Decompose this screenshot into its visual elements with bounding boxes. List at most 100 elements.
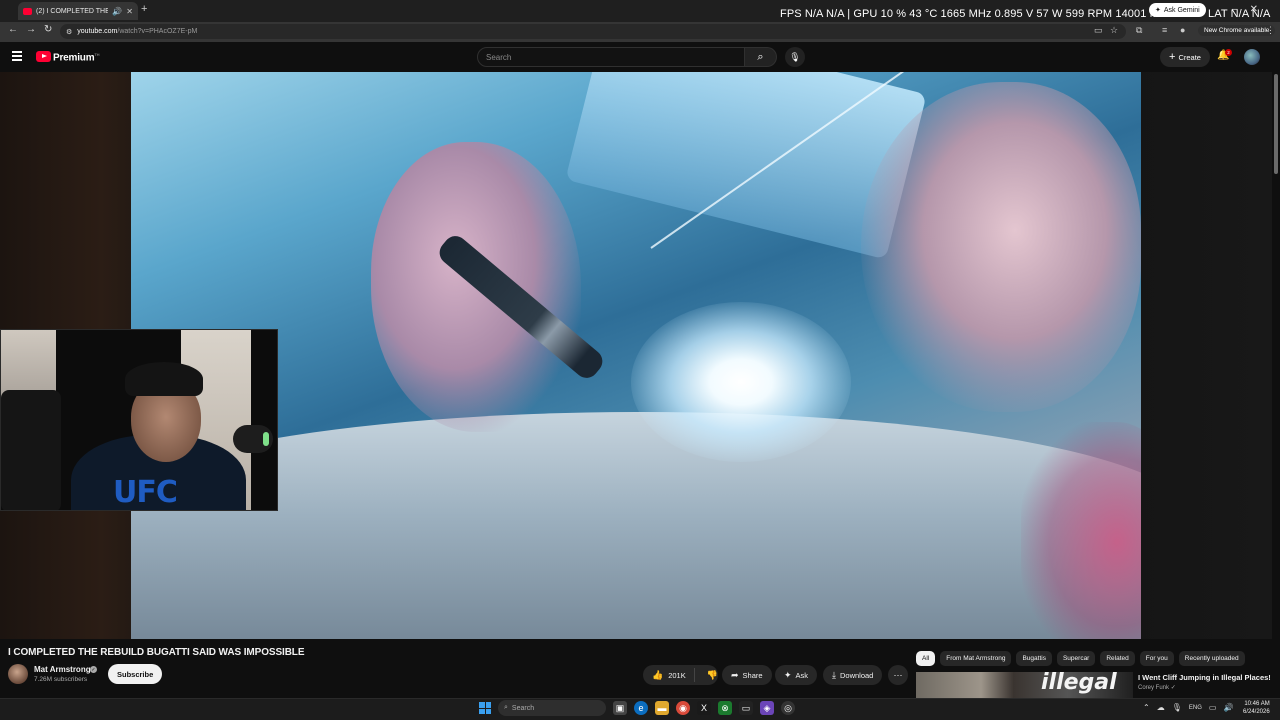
recommended-video-title[interactable]: I Went Cliff Jumping in Illegal Places!: [1138, 673, 1271, 682]
window-controls: – ✕: [1232, 4, 1258, 15]
task-view-icon[interactable]: ▣: [613, 701, 627, 715]
bookmark-star-icon[interactable]: ☆: [1110, 25, 1118, 36]
chrome-menu-icon[interactable]: ⋮: [1266, 25, 1275, 36]
menu-icon[interactable]: [12, 51, 22, 63]
windows-start-icon[interactable]: [479, 702, 491, 714]
recommended-video-thumbnail[interactable]: illegal: [916, 672, 1133, 698]
edge-browser-icon[interactable]: e: [634, 701, 648, 715]
share-button[interactable]: ➦ Share: [722, 665, 772, 685]
voice-search-button[interactable]: 🎙: [785, 47, 805, 67]
chevron-up-icon[interactable]: ⌃: [1143, 703, 1150, 712]
youtube-logo-icon[interactable]: [36, 51, 51, 62]
like-dislike-group: 👍 201K 👎: [643, 665, 718, 685]
browser-tab[interactable]: (2) I COMPLETED THE REBUIL 🔊 ✕: [18, 2, 138, 20]
create-label: Create: [1178, 52, 1201, 62]
notification-badge: 2: [1225, 49, 1232, 56]
address-bar[interactable]: ⚙ youtube.com /watch?v=PHAcOZ7E-pM: [60, 24, 1126, 39]
youtube-premium-logo[interactable]: PremiumTH: [53, 52, 100, 63]
language-indicator[interactable]: ENG: [1189, 705, 1202, 711]
chip-supercar[interactable]: Supercar: [1056, 651, 1096, 666]
chip-all[interactable]: All: [916, 651, 936, 666]
video-frame-right-hand: [861, 82, 1141, 412]
ask-button[interactable]: ✦ Ask: [775, 665, 818, 685]
url-path: /watch?v=PHAcOZ7E-pM: [117, 28, 198, 35]
search-button[interactable]: ⌕: [745, 47, 777, 67]
cast-icon[interactable]: ▭: [1094, 25, 1103, 36]
share-arrow-icon: ➦: [731, 669, 739, 680]
youtube-favicon-icon: [23, 7, 32, 15]
account-avatar[interactable]: [1244, 49, 1260, 65]
site-info-icon[interactable]: ⚙: [66, 28, 72, 36]
display-icon[interactable]: ▭: [1209, 703, 1217, 712]
video-player[interactable]: [131, 72, 1141, 639]
performance-overlay: FPS N/A N/A | GPU 10 % 43 °C 1665 MHz 0.…: [780, 8, 1173, 20]
ask-label: Ask: [795, 670, 809, 680]
create-button[interactable]: + Create: [1160, 47, 1210, 67]
subscriber-count: 7.26M subscribers: [34, 676, 88, 683]
reload-icon[interactable]: ↻: [44, 24, 52, 35]
close-window-icon[interactable]: ✕: [1250, 4, 1258, 15]
taskbar-search-input[interactable]: ⌕ Search: [498, 700, 606, 716]
speaker-icon[interactable]: 🔊: [112, 7, 122, 16]
new-chrome-available-button[interactable]: New Chrome available: [1198, 25, 1276, 36]
webcam-overlay: UFC: [0, 329, 278, 511]
search-input[interactable]: Search: [477, 47, 745, 67]
chip-recently-uploaded[interactable]: Recently uploaded: [1178, 651, 1245, 666]
file-explorer-icon[interactable]: ▬: [655, 701, 669, 715]
forward-icon[interactable]: →: [26, 24, 36, 35]
clock-date: 6/24/2026: [1243, 709, 1270, 715]
tab-title: (2) I COMPLETED THE REBUIL: [36, 7, 109, 15]
microphone-icon: 🎙: [789, 51, 801, 62]
verified-check-icon: ✓: [90, 666, 97, 673]
close-tab-icon[interactable]: ✕: [126, 7, 133, 16]
url-host: youtube.com: [77, 28, 118, 35]
back-icon[interactable]: ←: [8, 24, 18, 35]
new-tab-button[interactable]: +: [141, 3, 147, 15]
ask-gemini-button[interactable]: ✦ Ask Gemini: [1149, 3, 1206, 17]
video-title: I COMPLETED THE REBUILD BUGATTI SAID WAS…: [8, 647, 305, 658]
like-button[interactable]: 👍 201K: [643, 668, 695, 682]
subscribe-button[interactable]: Subscribe: [108, 664, 163, 684]
chip-related[interactable]: Related: [1100, 651, 1135, 666]
extensions-icon[interactable]: ⧉: [1136, 25, 1142, 36]
volume-icon[interactable]: 🔊: [1223, 703, 1233, 712]
microphone-icon[interactable]: 🎙: [1172, 703, 1182, 712]
cloud-icon[interactable]: ☁: [1157, 703, 1165, 712]
chip-bugattis[interactable]: Bugattis: [1016, 651, 1052, 666]
media-controls-icon[interactable]: ≡: [1162, 25, 1167, 35]
overlay-stats-text: FPS N/A N/A | GPU 10 % 43 °C 1665 MHz 0.…: [780, 8, 1173, 20]
minimize-icon[interactable]: –: [1232, 4, 1238, 15]
profile-icon[interactable]: ●: [1180, 25, 1185, 35]
streaming-app-icon[interactable]: ◈: [760, 701, 774, 715]
more-actions-button[interactable]: ⋯: [888, 665, 908, 685]
terminal-icon[interactable]: ▭: [739, 701, 753, 715]
webcam-chair: [1, 390, 61, 510]
sparkle-icon: ✦: [1155, 7, 1161, 14]
download-label: Download: [839, 670, 874, 680]
xbox-game-bar-icon[interactable]: ⊗: [718, 701, 732, 715]
webcam-person-cap: [125, 362, 203, 396]
search-icon: ⌕: [757, 50, 764, 63]
chip-for-you[interactable]: For you: [1139, 651, 1174, 666]
country-code: TH: [94, 52, 100, 57]
ask-gemini-label: Ask Gemini: [1163, 6, 1200, 14]
related-filter-chips: All From Mat Armstrong Bugattis Supercar…: [916, 651, 1245, 666]
thumbnail-text: illegal: [1041, 672, 1117, 695]
verified-check-icon: ✓: [1170, 685, 1176, 691]
more-horizontal-icon: ⋯: [893, 669, 903, 680]
download-button[interactable]: ⤓ Download: [823, 665, 883, 685]
like-count: 201K: [668, 670, 686, 680]
video-frame-hose: [1021, 422, 1141, 639]
page-scrollbar-thumb[interactable]: [1274, 74, 1278, 174]
channel-avatar[interactable]: [8, 664, 28, 684]
video-frame-chassis: [131, 412, 1141, 639]
chip-from-channel[interactable]: From Mat Armstrong: [940, 651, 1012, 666]
obs-studio-icon[interactable]: ◎: [781, 701, 795, 715]
clock-time: 10:46 AM: [1244, 701, 1270, 707]
chrome-browser-icon[interactable]: ◉: [676, 701, 690, 715]
taskbar-clock[interactable]: 10:46 AM 6/24/2026: [1243, 700, 1270, 716]
channel-name[interactable]: Mat Armstrong: [34, 665, 91, 674]
xbox-app-icon[interactable]: X: [697, 701, 711, 715]
thumbs-down-icon: 👎: [706, 669, 718, 680]
recommended-video-channel[interactable]: Corey Funk ✓: [1138, 684, 1176, 691]
